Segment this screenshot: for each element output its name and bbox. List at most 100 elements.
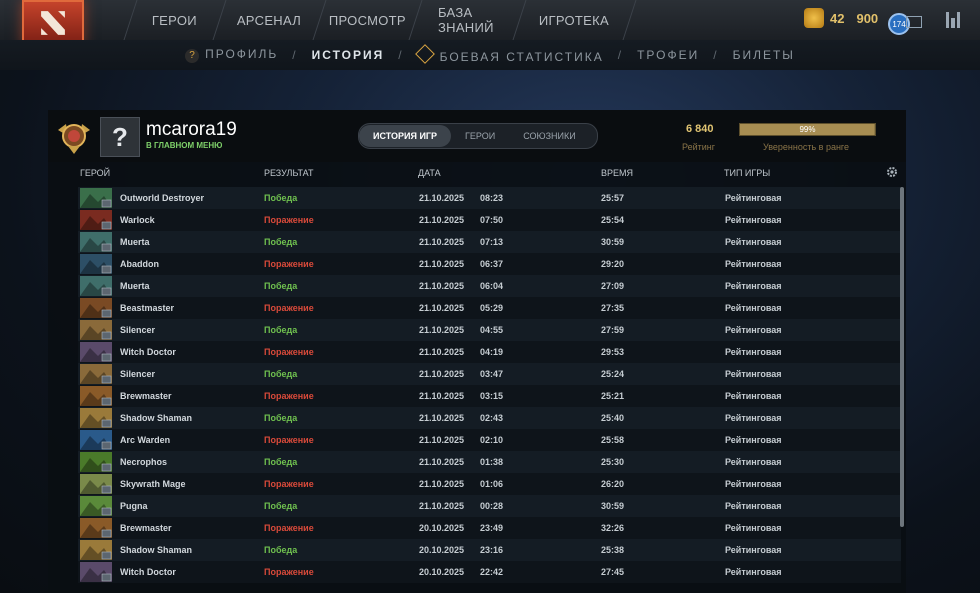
match-mode: Рейтинговая	[725, 237, 782, 247]
match-mode: Рейтинговая	[725, 303, 782, 313]
match-duration: 27:59	[601, 325, 625, 335]
match-result: Поражение	[264, 259, 314, 269]
question-icon: ?	[185, 49, 200, 63]
tab-allies[interactable]: СОЮЗНИКИ	[509, 125, 590, 147]
gold-value: 900	[856, 10, 879, 26]
table-row[interactable]: Beastmaster Поражение 21.10.2025 05:29 2…	[78, 297, 901, 319]
rank-confidence-bar: 99%	[739, 123, 876, 136]
table-row[interactable]: Brewmaster Поражение 20.10.2025 23:49 32…	[78, 517, 901, 539]
hero-portrait-icon	[80, 320, 112, 340]
subnav-trophies[interactable]: ТРОФЕИ	[637, 48, 699, 62]
subnav-history[interactable]: ИСТОРИЯ	[312, 48, 385, 62]
table-row[interactable]: Silencer Победа 21.10.2025 04:55 27:59 Р…	[78, 319, 901, 341]
mail-icon[interactable]	[906, 16, 922, 28]
dota-plus-icon[interactable]	[944, 10, 962, 30]
column-duration[interactable]: ВРЕМЯ	[601, 168, 633, 178]
subnav-profile[interactable]: ? ПРОФИЛЬ	[185, 47, 278, 63]
hero-name: Witch Doctor	[120, 347, 176, 357]
column-hero[interactable]: ГЕРОЙ	[80, 168, 110, 178]
table-row[interactable]: Muerta Победа 21.10.2025 07:13 30:59 Рей…	[78, 231, 901, 253]
column-date[interactable]: ДАТА	[418, 168, 441, 178]
table-row[interactable]: Pugna Победа 21.10.2025 00:28 30:59 Рейт…	[78, 495, 901, 517]
match-mode: Рейтинговая	[725, 369, 782, 379]
match-mode: Рейтинговая	[725, 215, 782, 225]
match-history-panel: ? mcarora19 В ГЛАВНОМ МЕНЮ ИСТОРИЯ ИГР Г…	[48, 110, 906, 593]
table-row[interactable]: Outworld Destroyer Победа 21.10.2025 08:…	[78, 187, 901, 209]
scrollbar[interactable]	[900, 187, 904, 527]
table-row[interactable]: Abaddon Поражение 21.10.2025 06:37 29:20…	[78, 253, 901, 275]
subnav-battle-stats[interactable]: БОЕВАЯ СТАТИСТИКА	[414, 43, 604, 64]
nav-knowledge-base[interactable]: БАЗА ЗНАНИЙ	[409, 0, 527, 40]
match-mode: Рейтинговая	[725, 413, 782, 423]
match-result: Победа	[264, 193, 298, 203]
profile-subnav: ? ПРОФИЛЬ / ИСТОРИЯ / БОЕВАЯ СТАТИСТИКА /…	[0, 40, 980, 70]
match-time: 22:42	[480, 567, 504, 577]
match-date: 21.10.2025	[419, 325, 465, 335]
nav-arcade[interactable]: ИГРОТЕКА	[513, 0, 637, 40]
table-row[interactable]: Skywrath Mage Поражение 21.10.2025 01:06…	[78, 473, 901, 495]
match-date: 21.10.2025	[419, 281, 465, 291]
rating-value: 6 840	[686, 123, 714, 135]
hero-name: Brewmaster	[120, 391, 172, 401]
tab-heroes[interactable]: ГЕРОИ	[451, 125, 509, 147]
match-result: Победа	[264, 457, 298, 467]
match-list: Outworld Destroyer Победа 21.10.2025 08:…	[78, 187, 901, 583]
match-time: 06:04	[480, 281, 504, 291]
subnav-tickets[interactable]: БИЛЕТЫ	[733, 48, 795, 62]
currency-display[interactable]: 42 900	[804, 8, 878, 28]
hero-name: Skywrath Mage	[120, 479, 186, 489]
table-row[interactable]: Arc Warden Поражение 21.10.2025 02:10 25…	[78, 429, 901, 451]
gear-icon[interactable]	[886, 166, 898, 178]
nav-watch[interactable]: ПРОСМОТР	[313, 0, 423, 40]
nav-arsenal[interactable]: АРСЕНАЛ	[213, 0, 327, 40]
match-result: Поражение	[264, 303, 314, 313]
match-mode: Рейтинговая	[725, 523, 782, 533]
match-mode: Рейтинговая	[725, 391, 782, 401]
column-mode[interactable]: ТИП ИГРЫ	[724, 168, 770, 178]
table-row[interactable]: Shadow Shaman Победа 20.10.2025 23:16 25…	[78, 539, 901, 561]
match-date: 21.10.2025	[419, 457, 465, 467]
hero-portrait-icon	[80, 452, 112, 472]
match-time: 02:10	[480, 435, 504, 445]
match-result: Победа	[264, 237, 298, 247]
hero-portrait-icon	[80, 430, 112, 450]
table-row[interactable]: Brewmaster Поражение 21.10.2025 03:15 25…	[78, 385, 901, 407]
table-row[interactable]: Silencer Победа 21.10.2025 03:47 25:24 Р…	[78, 363, 901, 385]
match-time: 23:49	[480, 523, 504, 533]
match-result: Поражение	[264, 479, 314, 489]
hero-portrait-icon	[80, 342, 112, 362]
username: mcarora19	[146, 119, 237, 140]
table-row[interactable]: Necrophos Победа 21.10.2025 01:38 25:30 …	[78, 451, 901, 473]
profile-header: ? mcarora19 В ГЛАВНОМ МЕНЮ ИСТОРИЯ ИГР Г…	[48, 110, 906, 162]
subnav-separator: /	[398, 48, 404, 62]
table-row[interactable]: Witch Doctor Поражение 21.10.2025 04:19 …	[78, 341, 901, 363]
match-time: 04:19	[480, 347, 504, 357]
table-row[interactable]: Muerta Победа 21.10.2025 06:04 27:09 Рей…	[78, 275, 901, 297]
match-duration: 27:45	[601, 567, 625, 577]
match-duration: 27:09	[601, 281, 625, 291]
hero-portrait-icon	[80, 540, 112, 560]
rank-confidence-percent: 99%	[799, 125, 816, 134]
dota-logo-icon	[41, 11, 65, 35]
match-date: 20.10.2025	[419, 523, 465, 533]
hero-name: Witch Doctor	[120, 567, 176, 577]
match-time: 23:16	[480, 545, 504, 555]
match-date: 21.10.2025	[419, 237, 465, 247]
table-row[interactable]: Warlock Поражение 21.10.2025 07:50 25:54…	[78, 209, 901, 231]
table-row[interactable]: Shadow Shaman Победа 21.10.2025 02:43 25…	[78, 407, 901, 429]
match-mode: Рейтинговая	[725, 501, 782, 511]
column-result[interactable]: РЕЗУЛЬТАТ	[264, 168, 313, 178]
match-mode: Рейтинговая	[725, 435, 782, 445]
avatar[interactable]: ?	[100, 117, 140, 157]
match-mode: Рейтинговая	[725, 193, 782, 203]
match-duration: 27:35	[601, 303, 625, 313]
nav-heroes[interactable]: ГЕРОИ	[123, 0, 227, 40]
match-duration: 26:20	[601, 479, 625, 489]
rank-medal-icon[interactable]	[54, 116, 94, 156]
match-time: 08:23	[480, 193, 504, 203]
match-duration: 25:38	[601, 545, 625, 555]
table-row[interactable]: Witch Doctor Поражение 20.10.2025 22:42 …	[78, 561, 901, 583]
match-date: 21.10.2025	[419, 391, 465, 401]
hero-name: Arc Warden	[120, 435, 171, 445]
tab-match-history[interactable]: ИСТОРИЯ ИГР	[359, 125, 452, 147]
